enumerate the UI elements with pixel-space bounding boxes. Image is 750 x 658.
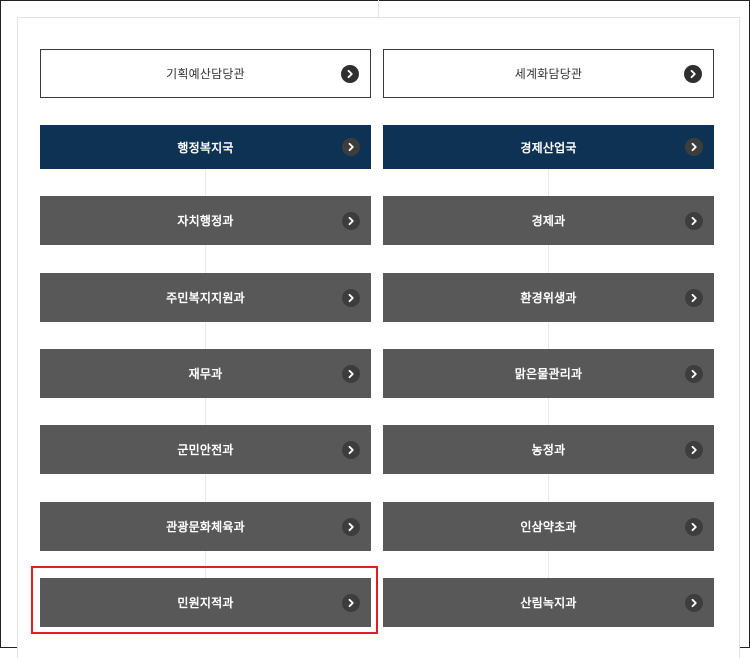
chevron-right-icon [342,440,360,459]
department-label: 농정과 [531,443,566,457]
chevron-right-icon [685,517,703,536]
department-button-left-2[interactable]: 주민복지지원과 [40,273,371,322]
office-label-right: 세계화담당관 [514,67,583,81]
department-label: 환경위생과 [520,291,577,305]
department-button-right-1[interactable]: 경제과 [383,196,714,245]
chevron-right-icon [685,440,703,459]
chevron-right-icon [685,364,703,383]
chevron-right-icon [685,138,703,156]
department-button-left-4[interactable]: 군민안전과 [40,425,371,474]
department-label: 맑은물관리과 [514,367,583,381]
department-label: 자치행정과 [177,214,234,228]
department-button-right-4[interactable]: 농정과 [383,425,714,474]
department-label: 재무과 [188,367,223,381]
bureau-label-left: 행정복지국 [177,140,234,155]
chevron-right-icon [342,288,360,307]
chevron-right-icon [685,211,703,230]
office-label-left: 기획예산담당관 [166,67,245,81]
organization-panel [17,17,740,658]
chevron-right-icon [342,517,360,536]
department-label: 인삼약초과 [520,520,577,534]
department-button-right-5[interactable]: 인삼약초과 [383,502,714,551]
bureau-button-left[interactable]: 행정복지국 [40,125,371,169]
department-button-left-5[interactable]: 관광문화체육과 [40,502,371,551]
divider [378,0,379,18]
department-button-right-3[interactable]: 맑은물관리과 [383,349,714,398]
department-button-right-6[interactable]: 산림녹지과 [383,578,714,627]
chevron-right-icon [685,288,703,307]
department-label: 주민복지지원과 [166,291,245,305]
department-label: 관광문화체육과 [166,520,245,534]
office-button-left[interactable]: 기획예산담당관 [40,49,371,98]
chevron-right-icon [342,364,360,383]
chevron-right-icon [342,211,360,230]
department-label: 산림녹지과 [520,596,577,610]
department-label: 민원지적과 [177,596,234,610]
department-button-left-3[interactable]: 재무과 [40,349,371,398]
office-button-right[interactable]: 세계화담당관 [383,49,714,98]
department-label: 경제과 [531,214,566,228]
department-button-right-2[interactable]: 환경위생과 [383,273,714,322]
chevron-right-icon [342,593,360,612]
chevron-right-icon [685,593,703,612]
department-button-left-1[interactable]: 자치행정과 [40,196,371,245]
department-button-left-6[interactable]: 민원지적과 [40,578,371,627]
chevron-right-icon [342,138,360,156]
bureau-label-right: 경제산업국 [520,140,577,155]
chevron-right-icon [684,64,702,83]
bureau-button-right[interactable]: 경제산업국 [383,125,714,169]
department-label: 군민안전과 [177,443,234,457]
chevron-right-icon [341,64,359,83]
